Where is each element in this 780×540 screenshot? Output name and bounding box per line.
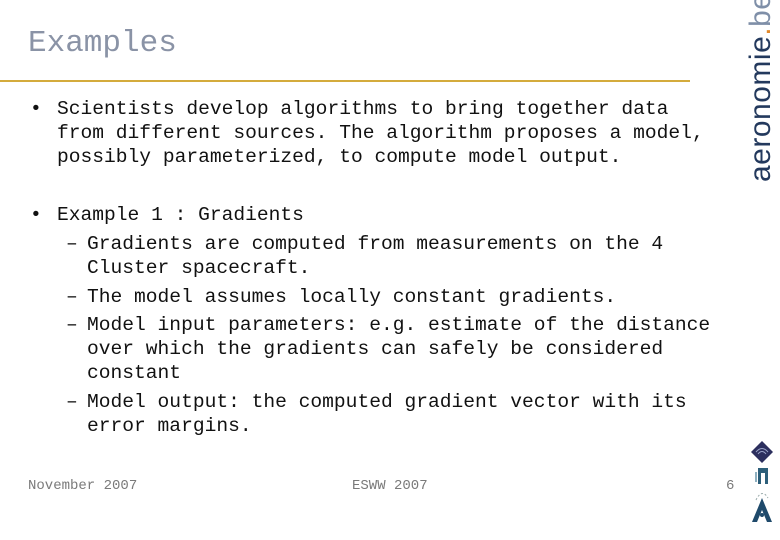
logo-main: aeronomie [744, 35, 777, 182]
sub-4-line-1: Model output: the computed gradient vect… [87, 391, 687, 413]
sub-bullet-marker: – [66, 233, 78, 255]
footer-event: ESWW 2007 [352, 478, 428, 494]
logo-dot: . [744, 26, 777, 36]
sub-1-line-2: Cluster spacecraft. [87, 257, 311, 279]
sub-1-line-1: Gradients are computed from measurements… [87, 233, 664, 255]
title-divider [0, 80, 690, 82]
sub-bullet-marker: – [66, 391, 78, 413]
slide-title: Examples [28, 26, 177, 61]
sub-2-line-1: The model assumes locally constant gradi… [87, 286, 617, 308]
sub-3-line-2: over which the gradients can safely be c… [87, 338, 664, 360]
sub-bullet-marker: – [66, 286, 78, 308]
slide: Examples aeronomie.be • Scientists devel… [0, 0, 780, 540]
aeronomie-logo: aeronomie.be [744, 0, 778, 182]
sub-bullet-marker: – [66, 314, 78, 336]
page-number: 6 [726, 478, 735, 494]
bullet-1-line-1: Scientists develop algorithms to bring t… [57, 98, 669, 120]
bullet-1-line-3: possibly parameterized, to compute model… [57, 146, 622, 168]
triangle-a-icon [752, 493, 772, 522]
institute-diamond-icon [751, 441, 773, 463]
logo-tld: be [744, 0, 777, 27]
bullet-marker: • [30, 98, 42, 120]
sub-4-line-2: error margins. [87, 415, 252, 437]
bullet-1-line-2: from different sources. The algorithm pr… [57, 122, 704, 144]
building-icon [755, 468, 768, 484]
sub-3-line-3: constant [87, 362, 182, 384]
sub-3-line-1: Model input parameters: e.g. estimate of… [87, 314, 711, 336]
bullet-marker: • [30, 204, 42, 226]
footer-date: November 2007 [28, 478, 138, 494]
bullet-2-line-1: Example 1 : Gradients [57, 204, 304, 226]
